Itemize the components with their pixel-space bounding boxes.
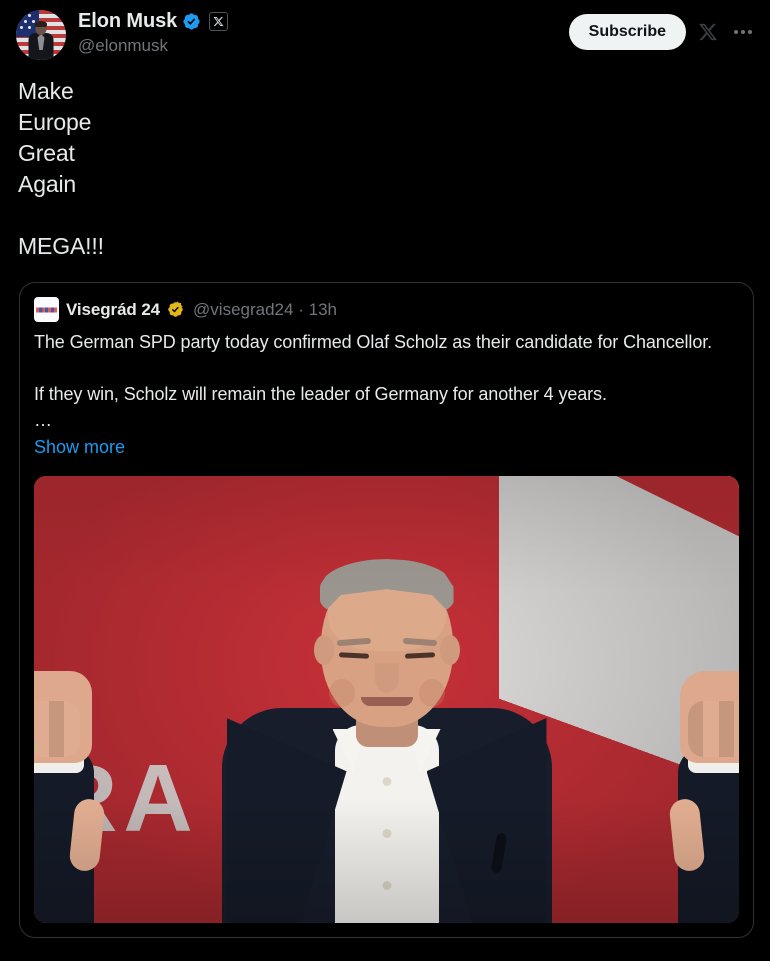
quoted-timestamp: 13h <box>308 299 337 319</box>
quoted-tweet-card[interactable]: Visegrád 24 @visegrad24 · 13h The German… <box>19 282 754 938</box>
x-logo-icon[interactable] <box>696 20 720 44</box>
blue-verified-icon <box>183 12 200 30</box>
gold-verified-icon <box>168 301 183 317</box>
photo-left-arm <box>34 671 106 923</box>
header-actions: Subscribe <box>568 10 756 50</box>
quoted-avatar[interactable] <box>34 297 59 322</box>
quoted-handle-and-time: @visegrad24 · 13h <box>193 300 337 320</box>
avatar-person <box>28 20 54 60</box>
quoted-avatar-logo-band <box>36 307 57 312</box>
subscribe-button[interactable]: Subscribe <box>568 14 686 50</box>
show-more-link[interactable]: Show more <box>20 433 139 460</box>
photo-figure <box>34 493 739 923</box>
tweet-post: Elon Musk @elonmusk Subscribe Make Europ… <box>0 0 770 961</box>
more-options-icon[interactable] <box>730 21 756 43</box>
photo-right-arm <box>667 671 739 923</box>
x-premium-icon[interactable] <box>209 11 229 31</box>
quoted-tweet-text: The German SPD party today confirmed Ola… <box>34 332 713 430</box>
author-display-name[interactable]: Elon Musk <box>78 11 177 31</box>
post-text: Make Europe Great Again MEGA!!! <box>18 78 104 259</box>
quoted-display-name[interactable]: Visegrád 24 <box>66 300 160 320</box>
quoted-handle[interactable]: @visegrad24 <box>193 300 293 319</box>
quoted-separator: · <box>298 299 304 319</box>
photo-lapel-microphone <box>490 832 508 874</box>
author-name-row: Elon Musk <box>78 11 569 31</box>
author-handle[interactable]: @elonmusk <box>78 36 569 56</box>
quoted-tweet-image[interactable]: RA <box>34 476 739 923</box>
post-header: Elon Musk @elonmusk Subscribe <box>0 0 770 62</box>
scholz-photo: RA <box>34 476 739 923</box>
author-identity: Elon Musk @elonmusk <box>78 10 569 56</box>
quoted-tweet-header: Visegrád 24 @visegrad24 · 13h <box>20 283 753 322</box>
avatar[interactable] <box>16 10 66 60</box>
photo-head <box>313 559 460 727</box>
